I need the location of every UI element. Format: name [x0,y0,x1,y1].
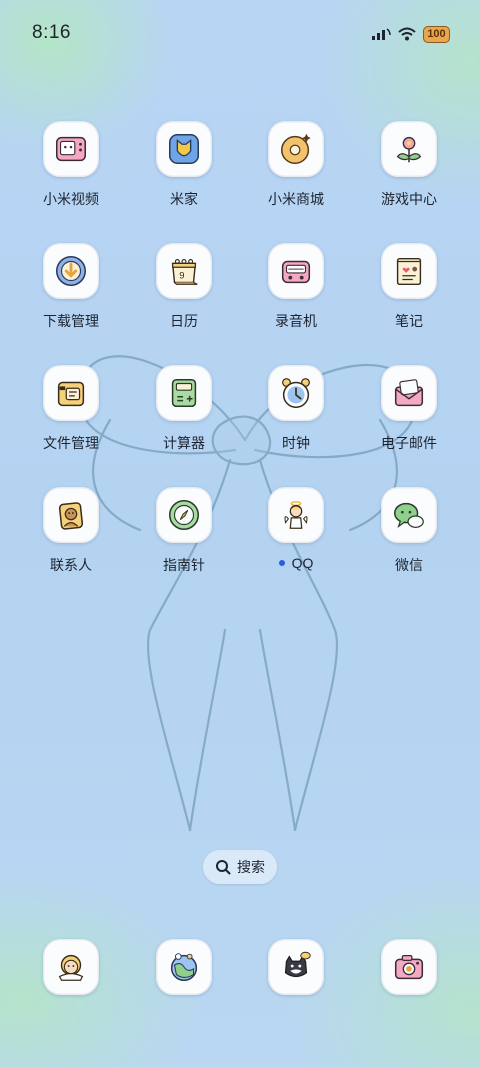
file-manager-icon[interactable] [43,365,99,421]
mi-video-icon[interactable] [43,121,99,177]
app-wechat[interactable]: 微信 [353,487,465,597]
app-mijia[interactable]: 米家 [128,121,240,231]
app-label: 微信 [395,557,423,573]
download-manager-icon[interactable] [43,243,99,299]
app-label: 笔记 [395,313,423,329]
app-compass[interactable]: 指南针 [128,487,240,597]
app-label: 联系人 [50,557,92,573]
wechat-icon[interactable] [381,487,437,543]
app-download-manager[interactable]: 下载管理 [15,243,127,353]
status-bar: 8:16 100 [0,0,480,68]
app-label: 时钟 [282,435,310,451]
app-label: 指南针 [163,557,205,573]
contacts-icon[interactable] [43,487,99,543]
browser-icon[interactable] [156,939,212,995]
app-label: 电子邮件 [381,435,437,451]
mijia-icon[interactable] [156,121,212,177]
battery-indicator: 100 [423,25,450,43]
battery-level: 100 [427,28,446,40]
app-label-text: QQ [291,555,314,571]
app-calendar[interactable]: 9 日历 [128,243,240,353]
signal-icon [372,28,391,40]
dock-phone[interactable] [15,939,127,999]
app-label: 米家 [170,191,198,207]
app-notes[interactable]: 笔记 [353,243,465,353]
qq-icon[interactable] [268,487,324,543]
wifi-icon [398,27,416,41]
dock-messages[interactable] [240,939,352,999]
app-game-center[interactable]: 游戏中心 [353,121,465,231]
app-label: 录音机 [275,313,317,329]
app-mi-video[interactable]: 小米视频 [15,121,127,231]
app-recorder[interactable]: 录音机 [240,243,352,353]
app-label: 计算器 [163,435,205,451]
calendar-icon[interactable]: 9 [156,243,212,299]
app-email[interactable]: 电子邮件 [353,365,465,475]
clock-icon[interactable] [268,365,324,421]
dock-browser[interactable] [128,939,240,999]
app-label: 小米视频 [43,191,99,207]
mi-store-icon[interactable] [268,121,324,177]
game-center-icon[interactable] [381,121,437,177]
notes-icon[interactable] [381,243,437,299]
app-file-manager[interactable]: 文件管理 [15,365,127,475]
email-icon[interactable] [381,365,437,421]
calculator-icon[interactable] [156,365,212,421]
camera-icon[interactable] [381,939,437,995]
app-label: 下载管理 [43,313,99,329]
svg-text:9: 9 [179,271,184,282]
search-label: 搜索 [237,859,265,875]
app-label: 文件管理 [43,435,99,451]
status-time: 8:16 [32,22,71,43]
app-clock[interactable]: 时钟 [240,365,352,475]
new-install-dot [278,560,285,566]
recorder-icon[interactable] [268,243,324,299]
messages-icon[interactable] [268,939,324,995]
phone-icon[interactable] [43,939,99,995]
app-label: 游戏中心 [381,191,437,207]
app-mi-store[interactable]: 小米商城 [240,121,352,231]
app-qq[interactable]: QQ [240,487,352,597]
app-label: 小米商城 [268,191,324,207]
app-contacts[interactable]: 联系人 [15,487,127,597]
dock-camera[interactable] [353,939,465,999]
compass-icon[interactable] [156,487,212,543]
app-calculator[interactable]: 计算器 [128,365,240,475]
app-label: 日历 [170,313,198,329]
search-icon [216,860,231,875]
search-button[interactable]: 搜索 [203,850,277,884]
app-label: QQ [240,555,352,571]
